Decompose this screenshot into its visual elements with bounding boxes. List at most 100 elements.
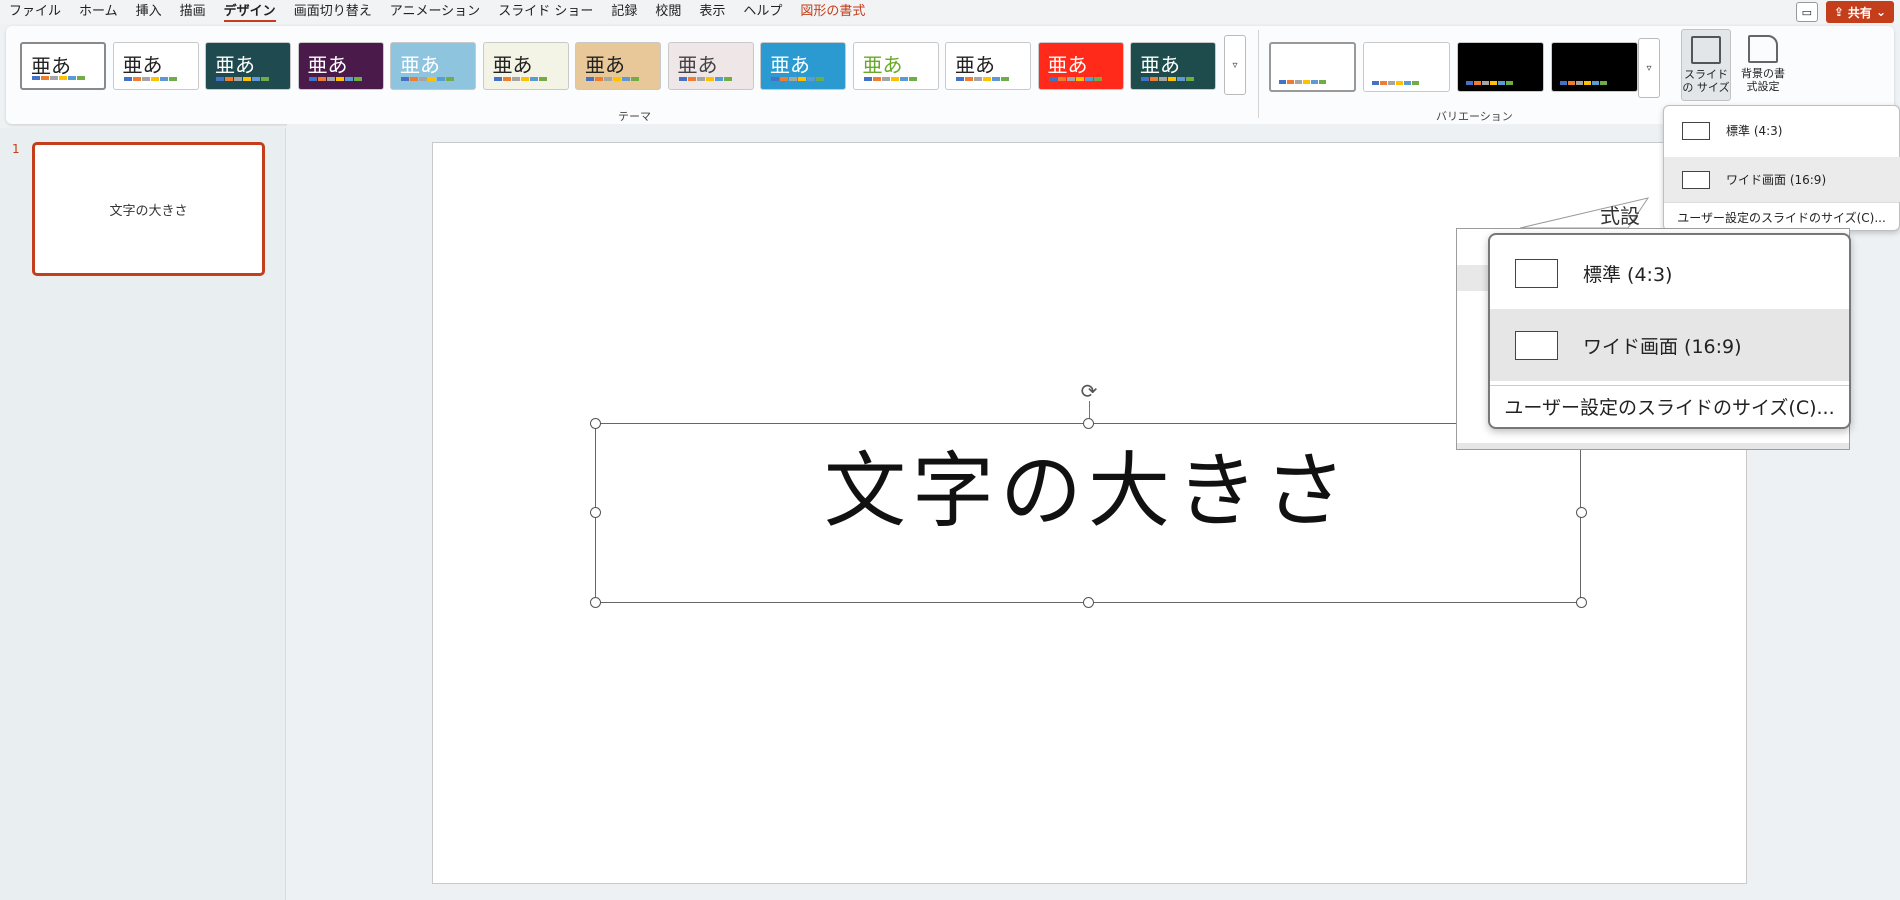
menu-item-widescreen[interactable]: ワイド画面 (16:9) bbox=[1664, 157, 1900, 202]
tab-animations[interactable]: アニメーション bbox=[381, 0, 489, 24]
variation-thumbnail[interactable] bbox=[1363, 42, 1450, 92]
zoomed-item-widescreen[interactable]: ワイド画面 (16:9) bbox=[1490, 309, 1849, 381]
resize-handle-top[interactable] bbox=[1083, 418, 1094, 429]
theme-sample-text: 亜あ bbox=[215, 53, 255, 77]
zoomed-standard-label: 標準 (4:3) bbox=[1583, 263, 1673, 286]
theme-color-bars bbox=[493, 77, 547, 81]
themes-more-button[interactable]: ▿ bbox=[1224, 35, 1246, 95]
theme-thumbnail[interactable]: 亜あ bbox=[390, 42, 476, 90]
menu-bar: ファイル ホーム 挿入 描画 デザイン 画面切り替え アニメーション スライド … bbox=[0, 0, 1900, 24]
format-background-button[interactable]: 背景の書 式設定 bbox=[1738, 29, 1788, 101]
menu-item-custom-size[interactable]: ユーザー設定のスライドのサイズ(C)... bbox=[1664, 202, 1899, 226]
theme-thumbnail[interactable]: 亜あ bbox=[20, 42, 106, 90]
theme-color-bars bbox=[1141, 77, 1194, 81]
resize-handle-bottom[interactable] bbox=[1083, 597, 1094, 608]
slide-size-label: スライドの サイズ bbox=[1682, 68, 1730, 94]
theme-color-bars bbox=[956, 77, 1009, 81]
theme-sample-text: 亜あ bbox=[1140, 53, 1180, 77]
theme-sample-text: 亜あ bbox=[862, 53, 903, 77]
tab-design[interactable]: デザイン bbox=[215, 0, 285, 24]
theme-sample-text: 亜あ bbox=[307, 53, 348, 77]
zoomed-item-custom-size[interactable]: ユーザー設定のスライドのサイズ(C)... bbox=[1490, 385, 1849, 429]
theme-color-bars bbox=[586, 77, 639, 81]
title-textbox[interactable]: 文字の大きさ bbox=[595, 423, 1581, 603]
divider bbox=[1258, 30, 1259, 118]
resize-handle-left[interactable] bbox=[590, 507, 601, 518]
theme-sample-text: 亜あ bbox=[31, 54, 71, 78]
variation-thumbnail[interactable] bbox=[1551, 42, 1638, 92]
slide-size-icon bbox=[1691, 36, 1721, 64]
theme-thumbnail[interactable]: 亜あ bbox=[667, 42, 754, 90]
variation-color-bars bbox=[1279, 80, 1326, 84]
resize-handle-bottom-right[interactable] bbox=[1576, 597, 1587, 608]
theme-thumbnail[interactable]: 亜あ bbox=[297, 42, 384, 90]
menu-item-standard[interactable]: 標準 (4:3) bbox=[1664, 108, 1900, 153]
theme-thumbnail[interactable]: 亜あ bbox=[760, 42, 846, 90]
theme-thumbnail[interactable]: 亜あ bbox=[852, 42, 939, 90]
tab-help[interactable]: ヘルプ bbox=[734, 0, 791, 24]
tab-shape-format[interactable]: 図形の書式 bbox=[791, 0, 874, 24]
standard-ratio-icon bbox=[1515, 258, 1558, 288]
tab-transitions[interactable]: 画面切り替え bbox=[285, 0, 381, 24]
tab-slideshow[interactable]: スライド ショー bbox=[489, 0, 602, 24]
slide-size-menu: 標準 (4:3) ワイド画面 (16:9) ユーザー設定のスライドのサイズ(C)… bbox=[1663, 105, 1900, 231]
tab-view[interactable]: 表示 bbox=[690, 0, 734, 24]
tab-insert[interactable]: 挿入 bbox=[127, 0, 171, 24]
theme-sample-text: 亜あ bbox=[955, 53, 995, 77]
theme-thumbnail[interactable]: 亜あ bbox=[112, 42, 199, 90]
slide-title[interactable]: 文字の大きさ bbox=[596, 424, 1580, 543]
variation-thumbnail[interactable] bbox=[1457, 42, 1544, 92]
tab-draw[interactable]: 描画 bbox=[171, 0, 215, 24]
theme-color-bars bbox=[32, 76, 85, 80]
resize-handle-right[interactable] bbox=[1576, 507, 1587, 518]
rotate-handle-icon[interactable]: ⟳ bbox=[1078, 380, 1100, 402]
theme-sample-text: 亜あ bbox=[677, 53, 718, 77]
share-icon: ⇪ bbox=[1833, 5, 1844, 19]
theme-thumbnail[interactable]: 亜あ bbox=[575, 42, 661, 90]
top-right-controls: ▭ ⇪ 共有 ⌄ bbox=[1795, 1, 1894, 23]
theme-sample-text: 亜あ bbox=[770, 53, 810, 77]
chevron-down-icon: ⌄ bbox=[1875, 5, 1886, 19]
slide-number: 1 bbox=[12, 142, 20, 156]
slide-size-button[interactable]: スライドの サイズ bbox=[1681, 29, 1731, 101]
widescreen-ratio-icon bbox=[1515, 330, 1558, 360]
resize-handle-bottom-left[interactable] bbox=[590, 597, 601, 608]
theme-thumbnail[interactable]: 亜あ bbox=[482, 42, 569, 90]
theme-thumbnail[interactable]: 亜あ bbox=[1130, 42, 1216, 90]
format-background-label: 背景の書 式設定 bbox=[1741, 67, 1785, 93]
theme-thumbnail[interactable]: 亜あ bbox=[945, 42, 1031, 90]
resize-handle-top-left[interactable] bbox=[590, 418, 601, 429]
widescreen-label: ワイド画面 (16:9) bbox=[1726, 173, 1827, 187]
variation-color-bars bbox=[1560, 81, 1607, 85]
slide-size-menu-zoomed: 標準 (4:3) ワイド画面 (16:9) ユーザー設定のスライドのサイズ(C)… bbox=[1488, 233, 1851, 429]
tab-file[interactable]: ファイル bbox=[0, 0, 70, 24]
variation-color-bars bbox=[1466, 81, 1513, 85]
theme-color-bars bbox=[863, 77, 917, 81]
callout-stripe-bottom bbox=[1457, 443, 1849, 449]
theme-color-bars bbox=[1048, 77, 1102, 81]
theme-sample-text: 亜あ bbox=[400, 53, 440, 77]
tab-review[interactable]: 校閲 bbox=[646, 0, 690, 24]
thumbnail-title: 文字の大きさ bbox=[109, 203, 188, 219]
theme-sample-text: 亜あ bbox=[1047, 53, 1088, 77]
theme-sample-text: 亜あ bbox=[492, 53, 533, 77]
callout-peek-text: 式設 bbox=[1600, 204, 1640, 228]
themes-group-label: テーマ bbox=[618, 110, 651, 123]
tab-home[interactable]: ホーム bbox=[70, 0, 127, 24]
variation-color-bars bbox=[1372, 81, 1419, 85]
variations-more-button[interactable]: ▿ bbox=[1638, 38, 1660, 98]
theme-thumbnail[interactable]: 亜あ bbox=[205, 42, 291, 90]
zoomed-widescreen-label: ワイド画面 (16:9) bbox=[1583, 335, 1742, 358]
share-button[interactable]: ⇪ 共有 ⌄ bbox=[1825, 1, 1894, 23]
share-label: 共有 bbox=[1847, 5, 1872, 20]
theme-sample-text: 亜あ bbox=[585, 53, 625, 77]
zoomed-item-standard[interactable]: 標準 (4:3) bbox=[1490, 237, 1849, 309]
theme-color-bars bbox=[123, 77, 177, 81]
slide-thumbnail[interactable]: 文字の大きさ bbox=[32, 142, 265, 276]
theme-thumbnail[interactable]: 亜あ bbox=[1037, 42, 1124, 90]
tab-record[interactable]: 記録 bbox=[602, 0, 646, 24]
comment-icon[interactable]: ▭ bbox=[1795, 2, 1818, 22]
theme-color-bars bbox=[401, 77, 454, 81]
variation-thumbnail[interactable] bbox=[1269, 42, 1356, 92]
variations-group-label: バリエーション bbox=[1436, 110, 1513, 123]
